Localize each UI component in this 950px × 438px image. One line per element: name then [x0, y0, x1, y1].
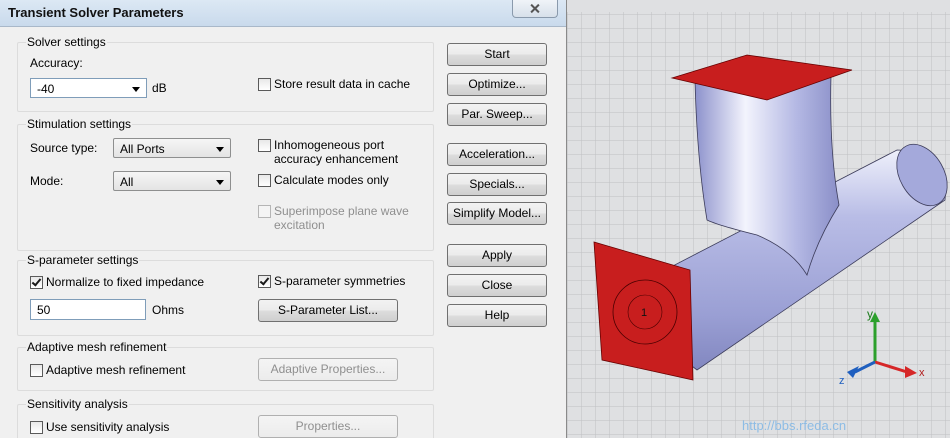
sparameter-settings-heading: S-parameter settings — [26, 253, 140, 267]
impedance-value: 50 — [37, 303, 51, 317]
chevron-down-icon — [216, 180, 224, 185]
impedance-field[interactable]: 50 — [30, 299, 146, 320]
superimpose-label-line2: excitation — [274, 218, 325, 232]
normalize-impedance-label: Normalize to fixed impedance — [46, 275, 205, 289]
sensitivity-properties-button[interactable]: Properties... — [258, 415, 398, 438]
superimpose-label-line1: Superimpose plane wave — [274, 204, 409, 218]
accuracy-unit: dB — [152, 81, 167, 95]
optimize-button[interactable]: Optimize... — [447, 73, 547, 96]
adaptive-properties-button[interactable]: Adaptive Properties... — [258, 358, 398, 381]
inhomogeneous-label-line2: accuracy enhancement — [274, 152, 399, 166]
sparameter-list-button[interactable]: S-Parameter List... — [258, 299, 398, 322]
specials-button[interactable]: Specials... — [447, 173, 547, 196]
inhomogeneous-label-line1: Inhomogeneous port — [274, 138, 385, 152]
close-button[interactable]: Close — [447, 274, 547, 297]
sensitivity-label: Use sensitivity analysis — [46, 420, 170, 434]
mode-value: All — [120, 175, 134, 189]
mode-label: Mode: — [30, 174, 64, 188]
port-number-label: 1 — [641, 307, 647, 319]
adaptive-mesh-label: Adaptive mesh refinement — [46, 363, 186, 377]
acceleration-button[interactable]: Acceleration... — [447, 143, 547, 166]
sensitivity-heading: Sensitivity analysis — [26, 397, 129, 411]
chevron-down-icon — [216, 147, 224, 152]
sparameter-settings-group — [17, 260, 434, 336]
start-button[interactable]: Start — [447, 43, 547, 66]
help-button[interactable]: Help — [447, 304, 547, 327]
par-sweep-button[interactable]: Par. Sweep... — [447, 103, 547, 126]
accuracy-combo[interactable]: -40 — [30, 78, 147, 98]
y-axis-label: y — [867, 307, 873, 321]
z-axis-label: z — [839, 375, 845, 387]
accuracy-label: Accuracy: — [30, 56, 83, 70]
impedance-unit: Ohms — [152, 303, 185, 317]
solver-settings-heading: Solver settings — [26, 35, 107, 49]
source-type-label: Source type: — [30, 141, 98, 155]
chevron-down-icon — [132, 87, 140, 92]
3d-scene: 1 y x z http://bbs.rfeda.cn — [567, 0, 950, 438]
apply-button[interactable]: Apply — [447, 244, 547, 267]
dialog-title: Transient Solver Parameters — [8, 5, 184, 20]
sparameter-symmetries-label: S-parameter symmetries — [274, 274, 406, 288]
store-cache-label: Store result data in cache — [274, 77, 411, 91]
calculate-modes-label: Calculate modes only — [274, 173, 389, 187]
adaptive-mesh-heading: Adaptive mesh refinement — [26, 340, 168, 354]
accuracy-value: -40 — [37, 82, 55, 96]
3d-model-view[interactable]: 1 y x z http://bbs.rfeda.cn — [567, 0, 950, 438]
mode-combo[interactable]: All — [113, 171, 231, 191]
stimulation-settings-heading: Stimulation settings — [26, 117, 133, 131]
source-type-value: All Ports — [120, 142, 165, 156]
source-type-combo[interactable]: All Ports — [113, 138, 231, 158]
transient-solver-dialog: Transient Solver Parameters Solver setti… — [0, 0, 567, 438]
watermark-url: http://bbs.rfeda.cn — [742, 418, 846, 433]
simplify-model-button[interactable]: Simplify Model... — [447, 202, 547, 225]
close-window-icon[interactable] — [512, 0, 558, 18]
dialog-titlebar[interactable]: Transient Solver Parameters — [0, 0, 566, 27]
x-axis-label: x — [919, 367, 925, 379]
